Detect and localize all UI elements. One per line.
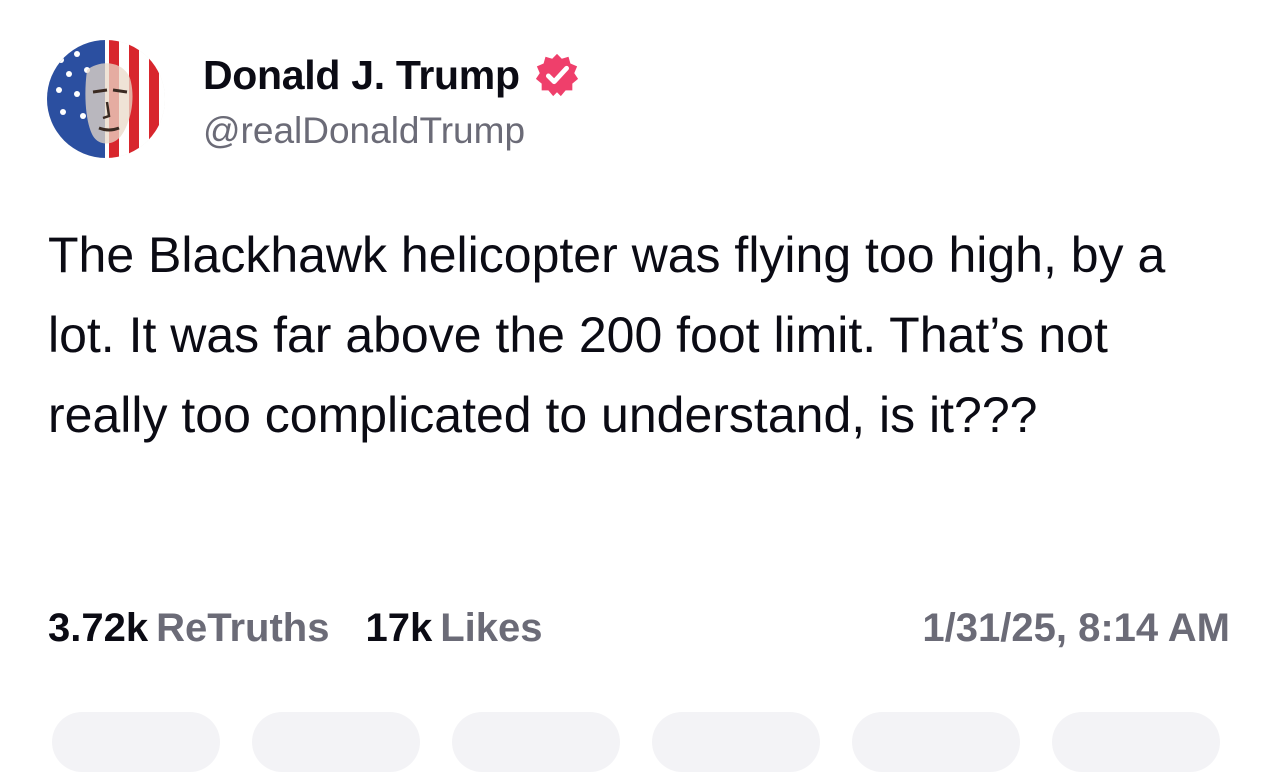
retruths-stat[interactable]: 3.72k ReTruths — [48, 606, 329, 651]
retruths-label: ReTruths — [156, 605, 330, 650]
avatar-image — [47, 40, 165, 158]
quote-button[interactable] — [652, 712, 820, 772]
post-text: The Blackhawk helicopter was flying too … — [48, 227, 1166, 443]
likes-label: Likes — [440, 605, 543, 650]
avatar[interactable] — [47, 40, 165, 158]
likes-stat[interactable]: 17k Likes — [365, 606, 542, 651]
more-button[interactable] — [1052, 712, 1220, 772]
share-button[interactable] — [852, 712, 1020, 772]
display-name[interactable]: Donald J. Trump — [203, 52, 520, 99]
action-bar — [0, 712, 1280, 772]
likes-count: 17k — [365, 605, 433, 650]
retruth-button[interactable] — [252, 712, 420, 772]
author-header: Donald J. Trump — [203, 50, 580, 100]
retruths-count: 3.72k — [48, 605, 149, 650]
truth-post: Donald J. Trump @realDonaldTrump The Bla… — [0, 0, 1280, 772]
author-handle[interactable]: @realDonaldTrump — [203, 110, 525, 152]
reply-button[interactable] — [52, 712, 220, 772]
verified-badge-icon — [535, 53, 578, 97]
post-timestamp: 1/31/25, 8:14 AM — [922, 605, 1230, 650]
like-button[interactable] — [452, 712, 620, 772]
post-stats: 3.72k ReTruths 17k Likes 1/31/25, 8:14 A… — [48, 600, 1230, 656]
